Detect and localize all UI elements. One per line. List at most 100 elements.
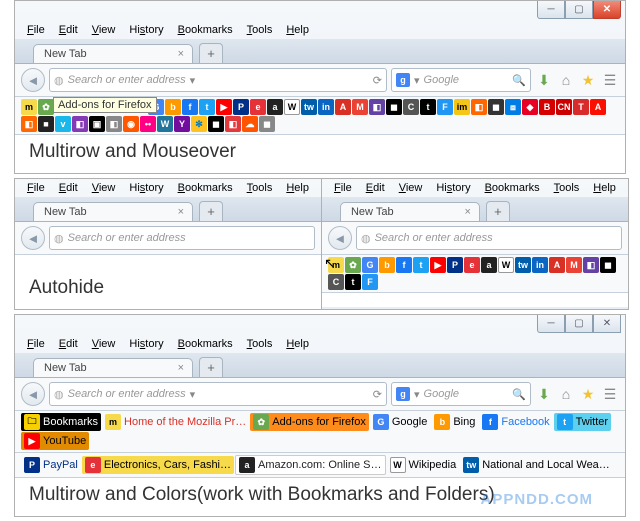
bm-weather[interactable]: twNational and Local Wea… — [460, 456, 613, 474]
bm-icon[interactable]: Y — [174, 116, 190, 132]
search-box[interactable]: g ▾ Google 🔍 — [391, 68, 531, 92]
bm-icon[interactable]: a — [267, 99, 283, 115]
minimize-button[interactable]: ─ — [537, 1, 565, 19]
bm-icon[interactable]: t — [420, 99, 436, 115]
bm-icon[interactable]: ◧ — [369, 99, 385, 115]
bm-amazon[interactable]: aAmazon.com: Online S… — [235, 455, 386, 475]
bm-icon[interactable]: ▶ — [216, 99, 232, 115]
tab-newtab[interactable]: New Tab × — [33, 44, 193, 63]
tab-close-icon[interactable]: × — [178, 206, 184, 218]
url-bar[interactable]: ◍ Search or enter address — [356, 226, 622, 250]
bm-icon[interactable]: t — [345, 274, 361, 290]
new-tab-button[interactable]: + — [199, 43, 223, 63]
menu-view[interactable]: View — [86, 337, 122, 351]
back-button[interactable]: ◄ — [328, 226, 352, 250]
bm-icon[interactable]: ◧ — [471, 99, 487, 115]
menu-help[interactable]: Help — [280, 337, 315, 351]
bm-mozilla[interactable]: mHome of the Mozilla Pr… — [102, 413, 249, 431]
bm-bing[interactable]: bBing — [431, 413, 478, 431]
url-bar[interactable]: ◍ Search or enter address ▾ ⟳ — [49, 68, 387, 92]
bm-icon[interactable]: ◼ — [600, 257, 616, 273]
bm-icon[interactable]: b — [165, 99, 181, 115]
menu-file[interactable]: File — [328, 181, 358, 195]
back-button[interactable]: ◄ — [21, 68, 45, 92]
url-dropdown-icon[interactable]: ▾ — [190, 74, 196, 87]
bm-icon[interactable]: ✿ — [38, 99, 54, 115]
bm-icon[interactable]: tw — [515, 257, 531, 273]
menu-tools[interactable]: Tools — [241, 181, 279, 195]
menu-bookmarks[interactable]: Bookmarks — [172, 337, 239, 351]
reload-icon[interactable]: ⟳ — [373, 74, 382, 87]
bm-icon[interactable]: t — [199, 99, 215, 115]
bm-icon[interactable]: ✿ — [345, 257, 361, 273]
menu-file[interactable]: File — [21, 23, 51, 37]
bm-icon[interactable]: ◼ — [386, 99, 402, 115]
bm-icon[interactable]: F — [437, 99, 453, 115]
close-button[interactable]: ✕ — [593, 315, 621, 333]
bm-icon[interactable]: A — [590, 99, 606, 115]
engine-dropdown-icon[interactable]: ▾ — [414, 74, 420, 87]
bookmark-star-button[interactable]: ★ — [579, 385, 597, 403]
menu-tools[interactable]: Tools — [241, 337, 279, 351]
bm-icon[interactable]: M — [352, 99, 368, 115]
bm-icon[interactable]: in — [318, 99, 334, 115]
menu-bookmarks[interactable]: Bookmarks — [172, 23, 239, 37]
menu-view[interactable]: View — [86, 23, 122, 37]
url-bar[interactable]: ◍ Search or enter address ▾ ⟳ — [49, 382, 387, 406]
bm-icon[interactable]: ◉ — [123, 116, 139, 132]
bm-icon[interactable]: W — [498, 257, 514, 273]
bm-wikipedia[interactable]: WWikipedia — [387, 456, 460, 474]
bm-icon[interactable]: C — [328, 274, 344, 290]
tab-close-icon[interactable]: × — [178, 48, 184, 60]
bm-ebay[interactable]: eElectronics, Cars, Fashi… — [82, 456, 234, 474]
tab-newtab[interactable]: New Tab × — [340, 202, 480, 221]
bm-icon[interactable]: ◧ — [72, 116, 88, 132]
maximize-button[interactable]: ▢ — [565, 315, 593, 333]
bm-facebook[interactable]: fFacebook — [479, 413, 552, 431]
bm-icon[interactable]: A — [549, 257, 565, 273]
url-dropdown-icon[interactable]: ▾ — [190, 388, 196, 401]
bm-icon[interactable]: ■ — [38, 116, 54, 132]
reload-icon[interactable]: ⟳ — [373, 388, 382, 401]
menu-help[interactable]: Help — [587, 181, 622, 195]
menu-help[interactable]: Help — [280, 23, 315, 37]
bm-icon[interactable]: f — [182, 99, 198, 115]
new-tab-button[interactable]: + — [199, 201, 223, 221]
bm-icon[interactable]: W — [284, 99, 300, 115]
bm-addons[interactable]: ✿Add-ons for Firefox — [250, 413, 369, 431]
bm-icon[interactable]: e — [464, 257, 480, 273]
menu-edit[interactable]: Edit — [53, 23, 84, 37]
tab-close-icon[interactable]: × — [465, 206, 471, 218]
new-tab-button[interactable]: + — [486, 201, 510, 221]
menu-history[interactable]: History — [430, 181, 476, 195]
search-icon[interactable]: 🔍 — [512, 74, 526, 87]
bm-icon[interactable]: ✻ — [191, 116, 207, 132]
menu-button[interactable]: ☰ — [601, 385, 619, 403]
url-bar[interactable]: ◍ Search or enter address — [49, 226, 315, 250]
home-button[interactable]: ⌂ — [557, 385, 575, 403]
downloads-button[interactable]: ⬇ — [535, 385, 553, 403]
bm-icon[interactable]: ◆ — [522, 99, 538, 115]
bm-icon[interactable]: tw — [301, 99, 317, 115]
bm-icon[interactable]: in — [532, 257, 548, 273]
bm-twitter[interactable]: tTwitter — [554, 413, 611, 431]
bm-icon[interactable]: ▣ — [89, 116, 105, 132]
downloads-button[interactable]: ⬇ — [535, 71, 553, 89]
engine-dropdown-icon[interactable]: ▾ — [414, 388, 420, 401]
tab-newtab[interactable]: New Tab × — [33, 358, 193, 377]
menu-view[interactable]: View — [86, 181, 122, 195]
menu-history[interactable]: History — [123, 337, 169, 351]
tab-newtab[interactable]: New Tab × — [33, 202, 193, 221]
bm-icon[interactable]: •• — [140, 116, 156, 132]
bm-icon[interactable]: ◧ — [106, 116, 122, 132]
bm-icon[interactable]: ◧ — [225, 116, 241, 132]
bm-icon[interactable]: M — [566, 257, 582, 273]
menu-bookmarks[interactable]: Bookmarks — [479, 181, 546, 195]
back-button[interactable]: ◄ — [21, 226, 45, 250]
bm-icon[interactable]: t — [413, 257, 429, 273]
menu-view[interactable]: View — [393, 181, 429, 195]
menu-history[interactable]: History — [123, 181, 169, 195]
bm-icon[interactable]: C — [403, 99, 419, 115]
new-tab-button[interactable]: + — [199, 357, 223, 377]
bm-icon[interactable]: ◧ — [583, 257, 599, 273]
